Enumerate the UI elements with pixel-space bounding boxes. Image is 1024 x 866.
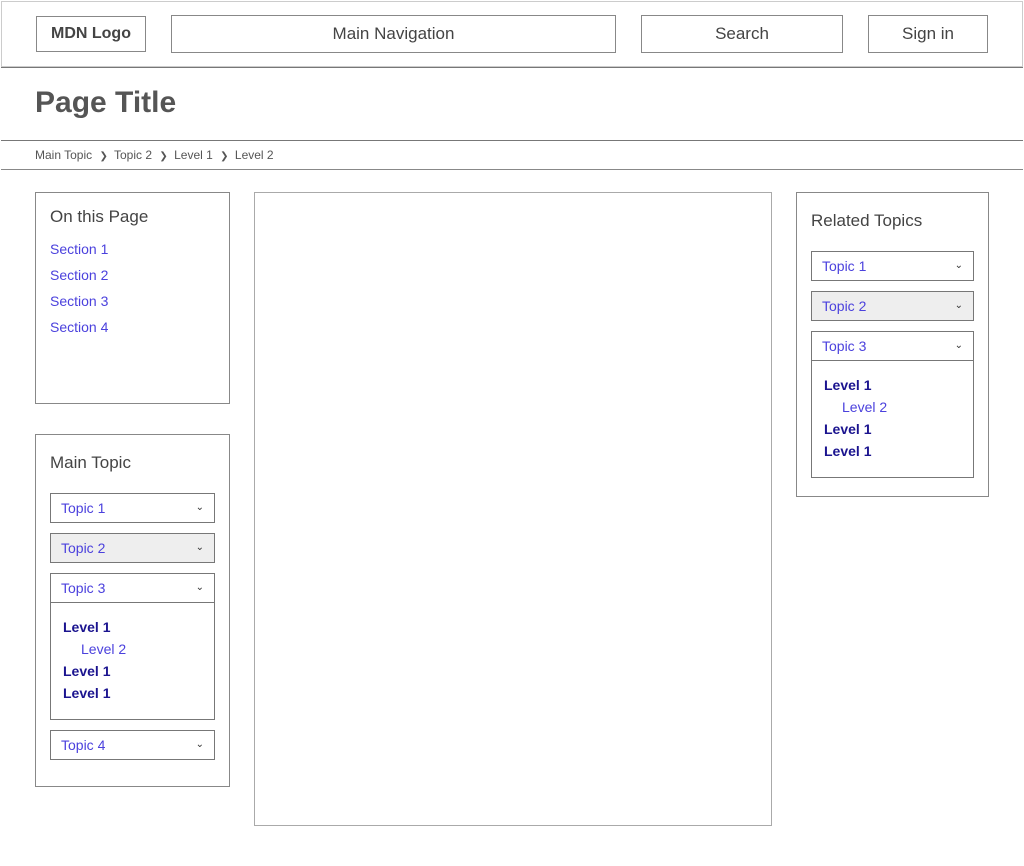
subtopic-link[interactable]: Level 1 <box>824 421 961 437</box>
subtopic-link[interactable]: Level 1 <box>63 685 202 701</box>
related-topic-sublist: Level 1 Level 2 Level 1 Level 1 <box>811 361 974 478</box>
chevron-down-icon: ⌄ <box>955 301 963 311</box>
related-topic-dropdown-expanded[interactable]: Topic 3 ⌄ <box>811 331 974 361</box>
content-area <box>254 192 772 826</box>
subtopic-link[interactable]: Level 1 <box>824 443 961 459</box>
main-navigation[interactable]: Main Navigation <box>171 15 616 53</box>
breadcrumb-item[interactable]: Main Topic <box>35 148 92 162</box>
topic-dropdown[interactable]: Topic 4 ⌄ <box>50 730 215 760</box>
chevron-right-icon: ❯ <box>99 151 107 162</box>
page-title: Page Title <box>35 86 989 120</box>
title-bar: Page Title <box>1 67 1023 141</box>
topic-dropdown-expanded[interactable]: Topic 3 ⌄ <box>50 573 215 603</box>
topic-label: Topic 3 <box>61 580 105 596</box>
related-topic-dropdown[interactable]: Topic 1 ⌄ <box>811 251 974 281</box>
toc-link[interactable]: Section 4 <box>50 319 215 335</box>
chevron-down-icon: ⌄ <box>955 261 963 271</box>
topic-label: Topic 1 <box>61 500 105 516</box>
topic-label: Topic 3 <box>822 338 866 354</box>
related-topic-dropdown[interactable]: Topic 2 ⌄ <box>811 291 974 321</box>
chevron-down-icon: ⌄ <box>955 341 963 351</box>
on-this-page-panel: On this Page Section 1 Section 2 Section… <box>35 192 230 404</box>
toc-link[interactable]: Section 1 <box>50 241 215 257</box>
breadcrumb-item[interactable]: Level 1 <box>174 148 213 162</box>
breadcrumb-item[interactable]: Topic 2 <box>114 148 152 162</box>
topic-label: Topic 2 <box>822 298 866 314</box>
chevron-down-icon: ⌄ <box>196 503 204 513</box>
header-bar: MDN Logo Main Navigation Search Sign in <box>1 1 1023 67</box>
topic-dropdown[interactable]: Topic 1 ⌄ <box>50 493 215 523</box>
main-topic-heading: Main Topic <box>50 453 215 473</box>
toc-link[interactable]: Section 3 <box>50 293 215 309</box>
chevron-right-icon: ❯ <box>220 151 228 162</box>
topic-label: Topic 4 <box>61 737 105 753</box>
main-topic-panel: Main Topic Topic 1 ⌄ Topic 2 ⌄ Topic 3 ⌄… <box>35 434 230 787</box>
sign-in-button[interactable]: Sign in <box>868 15 988 53</box>
related-topics-heading: Related Topics <box>811 211 974 231</box>
subtopic-link[interactable]: Level 1 <box>824 377 961 393</box>
subtopic-link[interactable]: Level 1 <box>63 619 202 635</box>
on-this-page-heading: On this Page <box>50 207 215 227</box>
subtopic-link[interactable]: Level 2 <box>81 641 202 657</box>
breadcrumb: Main Topic ❯ Topic 2 ❯ Level 1 ❯ Level 2 <box>1 141 1023 170</box>
chevron-down-icon: ⌄ <box>196 740 204 750</box>
topic-dropdown[interactable]: Topic 2 ⌄ <box>50 533 215 563</box>
chevron-down-icon: ⌄ <box>196 543 204 553</box>
related-topics-panel: Related Topics Topic 1 ⌄ Topic 2 ⌄ Topic… <box>796 192 989 497</box>
subtopic-link[interactable]: Level 1 <box>63 663 202 679</box>
toc-link[interactable]: Section 2 <box>50 267 215 283</box>
subtopic-link[interactable]: Level 2 <box>842 399 961 415</box>
logo[interactable]: MDN Logo <box>36 16 146 52</box>
breadcrumb-item[interactable]: Level 2 <box>235 148 274 162</box>
topic-label: Topic 1 <box>822 258 866 274</box>
chevron-right-icon: ❯ <box>159 151 167 162</box>
chevron-down-icon: ⌄ <box>196 583 204 593</box>
search-button[interactable]: Search <box>641 15 843 53</box>
topic-sublist: Level 1 Level 2 Level 1 Level 1 <box>50 603 215 720</box>
topic-label: Topic 2 <box>61 540 105 556</box>
